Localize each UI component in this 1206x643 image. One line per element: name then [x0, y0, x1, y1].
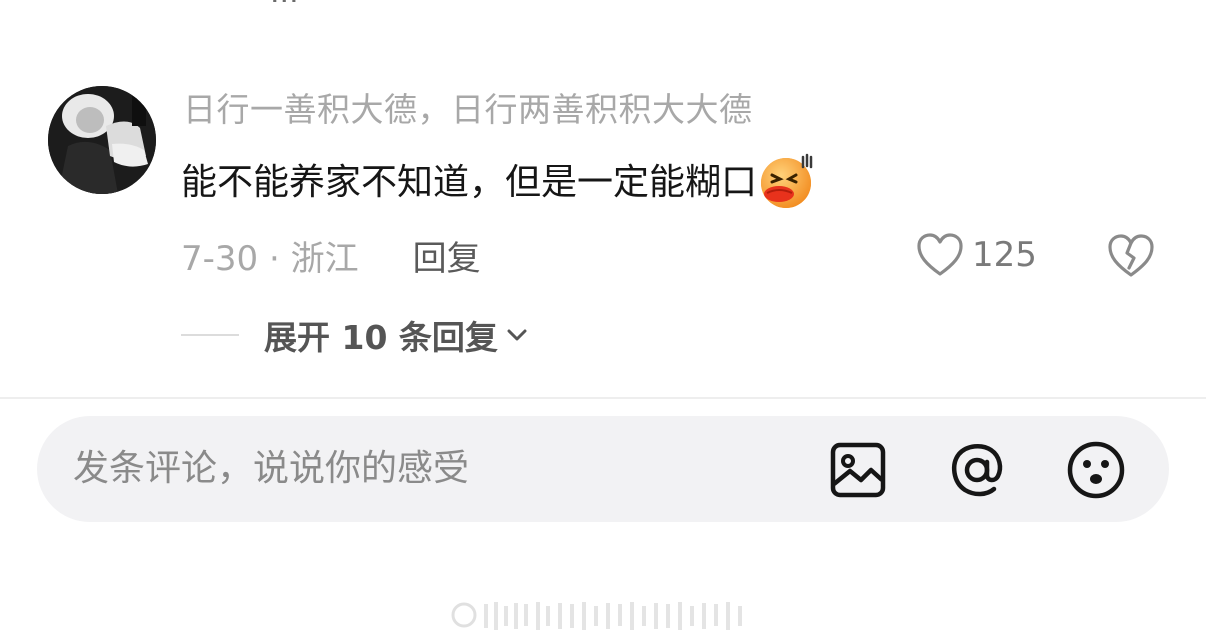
comment-meta: 7-30 · 浙江 回复 — [181, 230, 481, 280]
like-count: 125 — [972, 235, 1037, 275]
image-icon[interactable] — [828, 440, 888, 500]
watermark — [450, 598, 752, 632]
expand-divider-line — [181, 334, 239, 336]
laughing-face-emoji-icon — [759, 153, 817, 209]
broken-heart-icon — [1108, 234, 1154, 277]
dislike-button[interactable] — [1106, 230, 1156, 280]
heart-icon — [917, 233, 963, 276]
comment-input-placeholder[interactable]: 发条评论，说说你的感受 — [73, 442, 469, 496]
comment-date-location: 7-30 · 浙江 — [181, 238, 359, 279]
chevron-down-icon — [507, 329, 527, 341]
reply-button[interactable]: 回复 — [413, 231, 481, 280]
comment-text-content: 能不能养家不知道，但是一定能糊口 — [181, 162, 758, 203]
emoji-icon[interactable] — [1066, 440, 1126, 500]
at-icon[interactable] — [947, 440, 1007, 500]
expand-replies-button[interactable]: 展开 10 条回复 — [181, 312, 530, 358]
comment-username[interactable]: 日行一善积大德，日行两善积积大大德 — [183, 88, 753, 132]
comment-text: 能不能养家不知道，但是一定能糊口 — [181, 153, 817, 211]
section-divider — [0, 397, 1206, 399]
avatar[interactable] — [48, 86, 156, 194]
expand-replies-label: 展开 10 条回复 — [264, 318, 498, 357]
comment-input-bar[interactable]: 发条评论，说说你的感受 — [37, 416, 1169, 522]
cropped-previous-text: ... — [270, 0, 299, 8]
like-button[interactable]: 125 — [916, 229, 1037, 281]
